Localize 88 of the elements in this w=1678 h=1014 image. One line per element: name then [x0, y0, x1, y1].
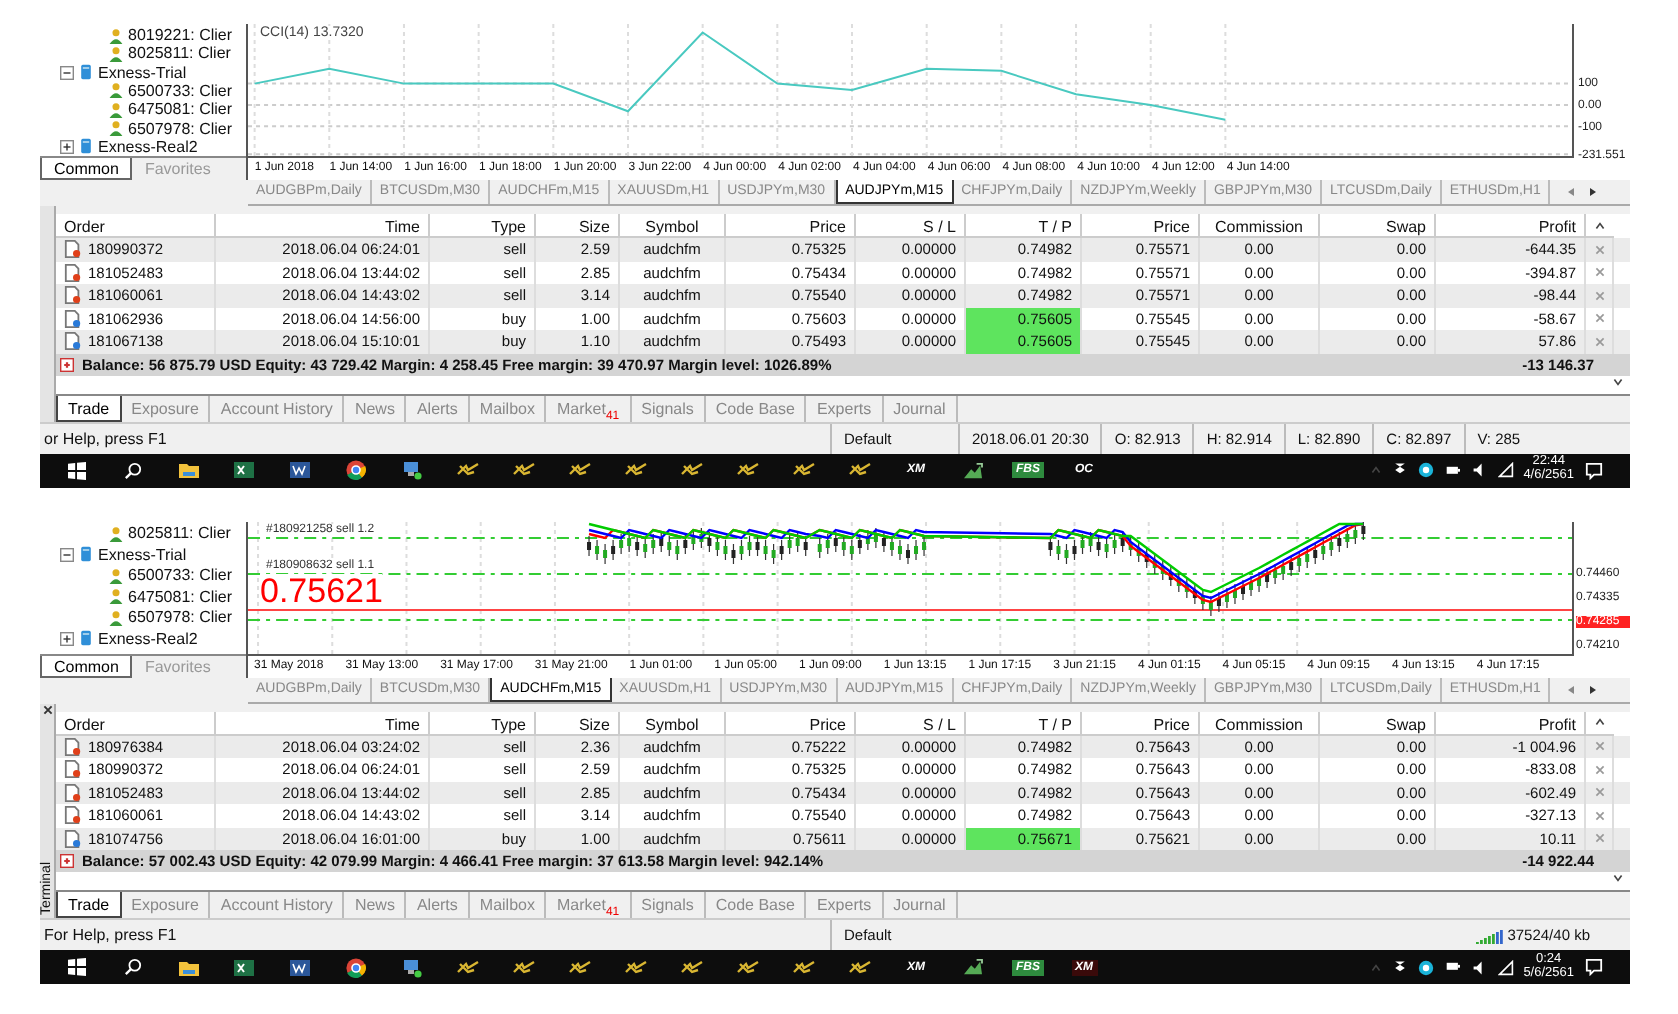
signal-bars-icon [1475, 927, 1504, 943]
computer-icon[interactable] [402, 460, 422, 480]
trading-app-icon[interactable] [624, 959, 648, 975]
price-readout: 0.75621 [260, 573, 383, 607]
app-circle-icon [1417, 462, 1434, 478]
folder-icon[interactable] [177, 957, 199, 977]
trading-app-icon[interactable] [568, 959, 592, 975]
trading-app-icon[interactable] [736, 462, 760, 478]
windows-icon[interactable] [67, 958, 85, 976]
terminal-tab[interactable]: Market$_{41}$ [546, 892, 632, 918]
trading-app-icon[interactable] [512, 959, 536, 975]
trading-app-icon[interactable] [792, 462, 816, 478]
user-icon [108, 609, 124, 626]
notification-icon[interactable] [1584, 958, 1604, 976]
scroll-up-icon[interactable] [1594, 219, 1606, 231]
scroll-right-icon[interactable] [1588, 186, 1599, 198]
balance-icon [60, 854, 74, 868]
spreadsheet-icon[interactable] [234, 957, 254, 977]
account-name[interactable]: 6500733: Clier [128, 81, 233, 100]
battery-icon [1443, 463, 1462, 477]
search-icon[interactable] [123, 958, 141, 976]
speaker-icon [1471, 462, 1488, 478]
navigator-tab[interactable]: Common [40, 158, 133, 180]
search-icon[interactable] [123, 461, 141, 479]
account-name[interactable]: 6475081: Clier [128, 100, 233, 119]
browser-icon[interactable] [346, 460, 366, 480]
account-name[interactable]: 6507978: Clier [128, 119, 233, 138]
terminal-tab[interactable]: Trade [56, 892, 122, 918]
account-name[interactable]: 6475081: Clier [128, 587, 233, 606]
account-name[interactable]: 8025811: Clier [128, 524, 231, 543]
scroll-left-icon[interactable] [1566, 683, 1577, 695]
trading-app-icon[interactable] [848, 462, 872, 478]
trading-app-icon[interactable] [792, 959, 816, 975]
trading-app-icon[interactable] [736, 959, 760, 975]
trading-app-icon[interactable] [568, 462, 592, 478]
help-text: For Help, press F1 [42, 926, 179, 944]
folder-icon[interactable] [177, 460, 199, 480]
scroll-right-icon[interactable] [1588, 683, 1599, 695]
speaker-icon [1471, 959, 1488, 975]
windows-icon[interactable] [67, 461, 85, 479]
notification-icon[interactable] [1584, 461, 1604, 479]
account-name[interactable]: 8019221: Clier [128, 26, 233, 45]
server-icon [78, 138, 94, 155]
trading-app-icon[interactable] [456, 462, 480, 478]
scroll-down-icon[interactable] [1612, 872, 1624, 884]
server-name[interactable]: Exness-Trial [98, 63, 187, 82]
close-icon[interactable] [41, 703, 53, 715]
browser-icon[interactable] [346, 957, 366, 977]
wifi-icon [1497, 959, 1514, 975]
navigator-tab[interactable]: Common [40, 655, 133, 677]
battery-icon [1443, 960, 1462, 974]
chart-app-icon[interactable] [961, 461, 983, 479]
account-name[interactable]: 6507978: Clier [128, 608, 233, 627]
trading-app-icon[interactable] [848, 959, 872, 975]
scroll-up-icon[interactable] [1594, 716, 1606, 728]
account-name[interactable]: 8025811: Clier [128, 44, 231, 63]
account-name[interactable]: 6500733: Clier [128, 566, 233, 585]
user-icon [108, 567, 124, 584]
trading-app-icon[interactable] [456, 959, 480, 975]
spreadsheet-icon[interactable] [234, 460, 254, 480]
trading-app-icon[interactable] [624, 462, 648, 478]
terminal-tab[interactable]: Trade [56, 395, 122, 421]
server-icon [78, 64, 94, 81]
server-name[interactable]: Exness-Real2 [98, 629, 198, 648]
server-icon [78, 630, 94, 647]
trading-app-icon[interactable] [680, 462, 704, 478]
document-icon[interactable] [290, 957, 310, 977]
chart-app-icon[interactable] [961, 958, 983, 976]
user-icon [108, 525, 124, 542]
server-name[interactable]: Exness-Real2 [98, 137, 198, 156]
computer-icon[interactable] [402, 957, 422, 977]
scroll-down-icon[interactable] [1612, 375, 1624, 387]
trading-app-icon[interactable] [680, 959, 704, 975]
scroll-left-icon[interactable] [1566, 186, 1577, 198]
collapse-icon[interactable] [60, 547, 74, 562]
server-icon [78, 546, 94, 563]
expand-icon[interactable] [60, 139, 74, 154]
help-text: or Help, press F1 [42, 429, 169, 447]
expand-icon[interactable] [60, 631, 74, 646]
wifi-icon [1497, 462, 1514, 478]
balance-icon [60, 357, 74, 371]
app-circle-icon [1417, 959, 1434, 975]
document-icon[interactable] [290, 460, 310, 480]
terminal-tab[interactable]: Market$_{41}$ [546, 395, 632, 421]
server-name[interactable]: Exness-Trial [98, 545, 187, 564]
user-icon [108, 588, 124, 605]
collapse-icon[interactable] [60, 65, 74, 80]
trading-app-icon[interactable] [512, 462, 536, 478]
